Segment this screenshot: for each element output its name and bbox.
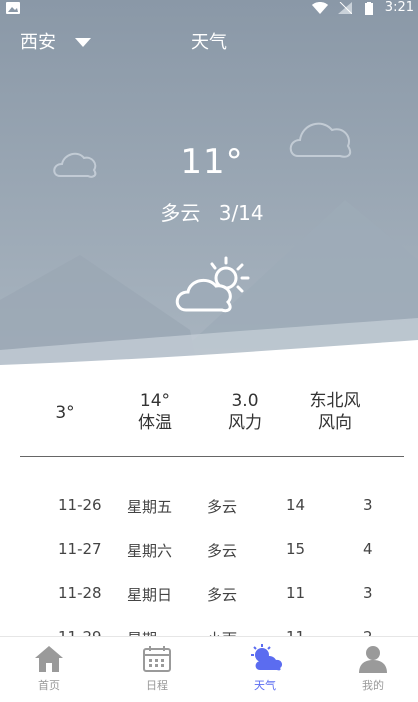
forecast-temp: 15 [286,540,306,558]
stat-value: 东北风 [309,391,361,411]
weather-icon [251,644,283,671]
stat-wind-direction: 东北风 风向 [300,390,370,434]
forecast-condition: 多云 [207,542,238,560]
bottom-nav: 首页 日程 天气 我的 [0,636,418,702]
current-temperature: 11° [180,142,244,182]
forecast-temp: 11 [286,584,306,602]
weather-hero: 3:21 天气 西安 11° 多云 3/14 [0,0,418,380]
nav-item-profile[interactable]: 我的 [333,637,413,702]
page-title: 天气 [191,32,227,53]
top-bar: 天气 西安 [0,26,418,56]
user-icon [359,646,387,673]
forecast-weekday: 星期五 [127,498,173,516]
nav-label: 我的 [362,679,384,692]
city-selector[interactable]: 西安 [20,28,56,54]
calendar-icon [143,646,171,672]
forecast-weekday: 星期日 [127,586,173,604]
forecast-date: 11-27 [58,540,102,558]
forecast-weekday: 星期六 [127,542,173,560]
stat-wind-force: 3.0 风力 [215,390,275,434]
status-time: 3:21 [384,0,414,15]
current-date: 3/14 [218,201,264,225]
forecast-temp: 14 [286,496,306,514]
forecast-date: 11-28 [58,584,102,602]
image-icon [6,2,20,18]
wifi-icon [312,2,328,18]
stat-value: 3° [55,403,75,423]
battery-icon [364,2,374,20]
stat-label: 体温 [138,413,172,433]
forecast-condition: 多云 [207,586,238,604]
forecast-row[interactable]: 11-28 星期日 多云 11 3 [0,576,418,620]
stat-body-temp: 14° 体温 [125,390,185,434]
status-bar: 3:21 [0,0,418,18]
sky-background [0,0,418,380]
stat-min-temp: 3° [45,402,85,424]
stat-value: 3.0 [231,391,259,411]
forecast-row[interactable]: 11-26 星期五 多云 14 3 [0,488,418,532]
dropdown-arrow-icon[interactable] [75,38,91,47]
current-condition: 多云 3/14 [0,197,418,226]
nav-item-schedule[interactable]: 日程 [117,637,197,702]
forecast-wind: 3 [363,584,373,602]
nav-item-home[interactable]: 首页 [9,637,89,702]
signal-icon [338,1,353,18]
forecast-row[interactable]: 11-27 星期六 多云 15 4 [0,532,418,576]
weather-stats: 3° 14° 体温 3.0 风力 东北风 风向 [0,388,418,448]
partly-cloudy-icon [175,256,250,313]
stat-label: 风力 [228,413,262,433]
nav-label: 日程 [146,679,168,692]
home-icon [35,646,63,672]
nav-label: 首页 [38,679,60,692]
condition-text: 多云 [160,201,201,225]
stat-label: 风向 [318,413,352,433]
forecast-condition: 多云 [207,498,238,516]
nav-label: 天气 [254,679,276,692]
stat-value: 14° [139,391,171,411]
forecast-wind: 4 [363,540,373,558]
nav-item-weather[interactable]: 天气 [225,637,305,702]
forecast-date: 11-26 [58,496,102,514]
divider [20,456,404,457]
forecast-wind: 3 [363,496,373,514]
